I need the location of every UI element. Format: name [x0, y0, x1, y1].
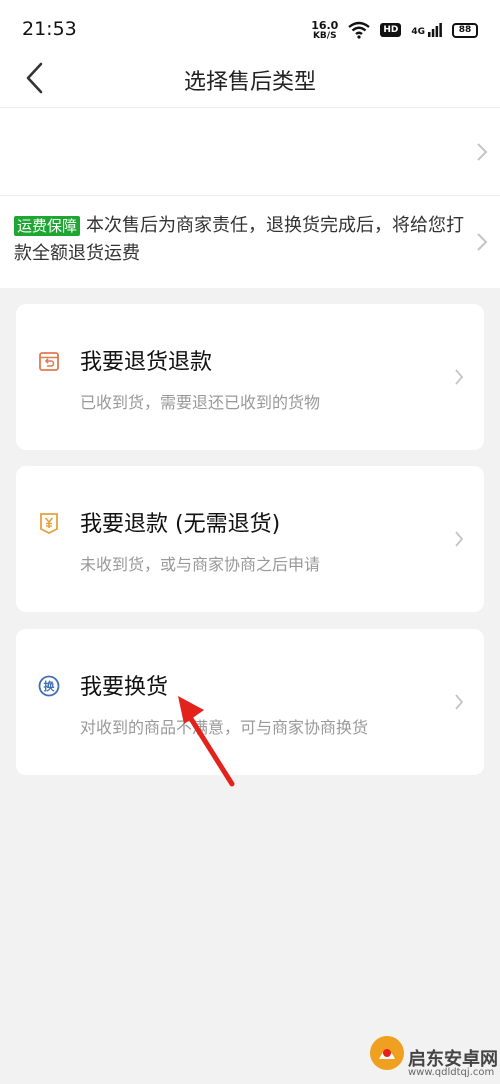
network-speed: 16.0 KB/S — [311, 18, 339, 41]
chevron-right-icon — [477, 143, 488, 161]
option-exchange[interactable]: 换 我要换货 对收到的商品不满意，可与商家协商换货 — [16, 629, 484, 775]
watermark-logo-icon — [370, 1036, 404, 1070]
option-title: 我要退款 (无需退货) — [80, 512, 281, 537]
shipping-guarantee-notice[interactable]: 运费保障 本次售后为商家责任，退换货完成后，将给您打款全额退货运费 — [0, 196, 500, 288]
option-title: 我要退货退款 — [80, 350, 213, 375]
option-subtitle: 已收到货，需要退还已收到的货物 — [80, 393, 321, 412]
yen-tag-icon — [40, 513, 58, 534]
signal-icon: 4G — [411, 23, 442, 37]
status-icons: 16.0 KB/S HD 4G 88 — [311, 18, 478, 42]
battery-icon: 88 — [452, 22, 478, 38]
chevron-right-icon — [455, 531, 464, 547]
return-box-icon — [39, 352, 59, 371]
product-row[interactable] — [0, 108, 500, 196]
exchange-badge-icon: 换 — [38, 675, 60, 697]
watermark-url: www.qdldtqj.com — [408, 1067, 495, 1078]
annotation-arrow-icon — [178, 696, 235, 787]
option-refund-only[interactable]: 我要退款 (无需退货) 未收到货，或与商家协商之后申请 — [16, 466, 484, 612]
page-title: 选择售后类型 — [183, 70, 316, 95]
chevron-right-icon — [477, 233, 488, 251]
nav-bar: 选择售后类型 — [0, 50, 500, 108]
chevron-right-icon — [455, 369, 464, 385]
option-title: 我要换货 — [80, 675, 169, 700]
option-return-refund[interactable]: 我要退货退款 已收到货，需要退还已收到的货物 — [16, 304, 484, 450]
option-subtitle: 未收到货，或与商家协商之后申请 — [80, 555, 321, 574]
hd-badge: HD — [380, 23, 402, 37]
wifi-icon — [348, 21, 371, 39]
shipping-guarantee-badge: 运费保障 — [14, 216, 81, 236]
chevron-right-icon — [455, 694, 464, 710]
notice-message: 本次售后为商家责任，退换货完成后，将给您打款全额退货运费 — [14, 215, 465, 264]
svg-text:换: 换 — [44, 679, 56, 693]
notice-text: 运费保障 本次售后为商家责任，退换货完成后，将给您打款全额退货运费 — [14, 212, 464, 268]
status-time: 21:53 — [22, 18, 77, 40]
